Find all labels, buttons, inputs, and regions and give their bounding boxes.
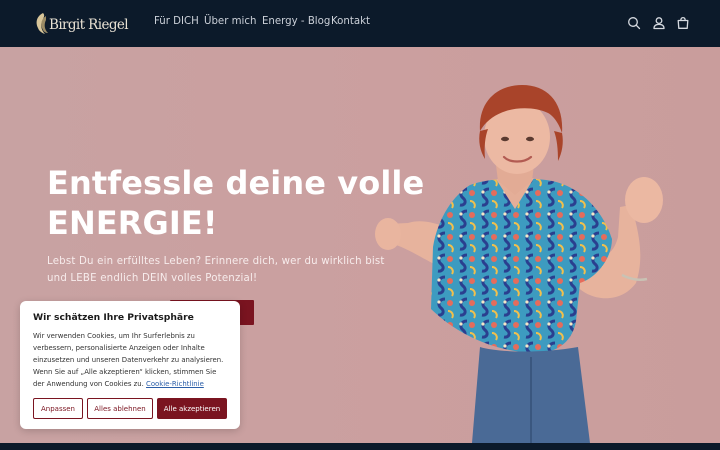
hero-headline: Entfessle deine volle ENERGIE! bbox=[47, 163, 425, 243]
nav-item-kontakt[interactable]: Kontakt bbox=[331, 16, 370, 27]
hero-headline-line-1: Entfessle deine volle bbox=[47, 164, 425, 202]
cookie-body-line: einzusetzen und unseren Datenverkehr zu … bbox=[33, 356, 224, 364]
account-icon[interactable] bbox=[651, 15, 667, 31]
hero-subtext: Lebst Du ein erfülltes Leben? Erinnere d… bbox=[47, 253, 385, 287]
hero-headline-line-2: ENERGIE! bbox=[47, 204, 218, 242]
accept-all-button[interactable]: Alle akzeptieren bbox=[157, 398, 227, 419]
nav-item-fuer-dich[interactable]: Für DICH bbox=[154, 16, 199, 27]
logo[interactable]: Birgit Riegel bbox=[32, 11, 129, 37]
nav-item-ueber-mich[interactable]: Über mich bbox=[204, 16, 256, 27]
cookie-body-line: Wenn Sie auf „Alle akzeptieren“ klicken,… bbox=[33, 368, 217, 376]
cookie-body-line: Wir verwenden Cookies, um Ihr Surferlebn… bbox=[33, 332, 195, 340]
cookie-body-line-last: der Anwendung von Cookies zu. Cookie-Ric… bbox=[33, 378, 233, 390]
logo-text: Birgit Riegel bbox=[49, 17, 129, 33]
site-header: Birgit Riegel Für DICH Über mich Energy … bbox=[0, 0, 720, 47]
cookie-policy-link[interactable]: Cookie-Richtlinie bbox=[146, 380, 204, 388]
customize-button[interactable]: Anpassen bbox=[33, 398, 83, 419]
next-section-strip bbox=[0, 443, 720, 450]
search-icon[interactable] bbox=[626, 15, 642, 31]
nav-item-energy-blog[interactable]: Energy - Blog bbox=[262, 16, 330, 27]
cookie-body-line: verbessern, personalisierte Anzeigen ode… bbox=[33, 344, 205, 352]
cookie-title: Wir schätzen Ihre Privatsphäre bbox=[33, 312, 194, 323]
hero-person-image bbox=[375, 85, 663, 443]
reject-all-button[interactable]: Alles ablehnen bbox=[87, 398, 153, 419]
cart-icon[interactable] bbox=[675, 15, 691, 31]
hero-subtext-line-2: und LEBE endlich DEIN volles Potenzial! bbox=[47, 273, 258, 284]
cookie-consent-banner: Wir schätzen Ihre Privatsphäre Wir verwe… bbox=[20, 301, 240, 429]
cookie-body-text: Wir verwenden Cookies, um Ihr Surferlebn… bbox=[33, 330, 233, 390]
cookie-body-line: der Anwendung von Cookies zu. bbox=[33, 380, 144, 388]
hero-subtext-line-1: Lebst Du ein erfülltes Leben? Erinnere d… bbox=[47, 256, 385, 267]
